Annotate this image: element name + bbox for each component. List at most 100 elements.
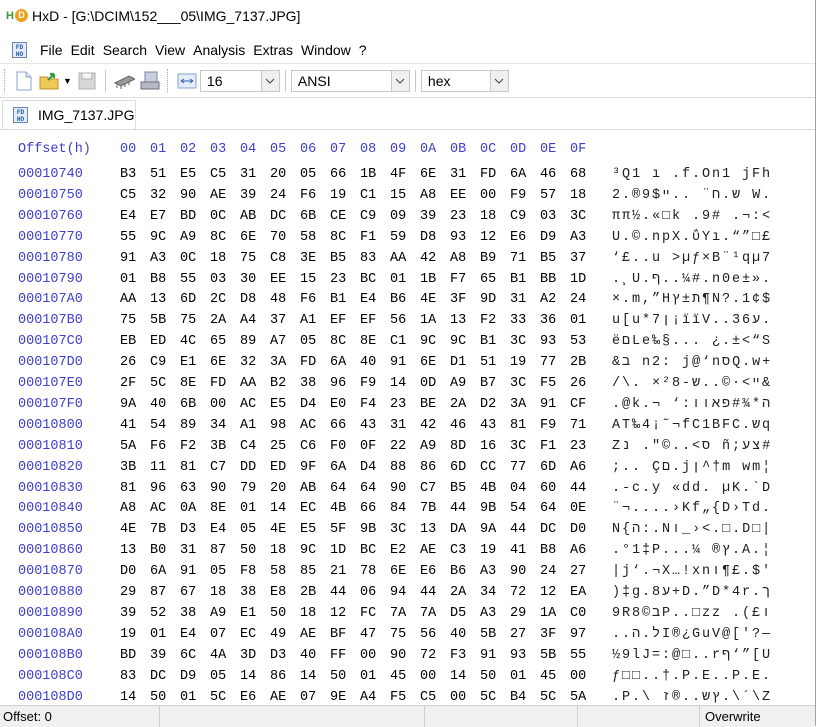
- hex-byte[interactable]: 2A: [210, 313, 236, 328]
- hex-byte[interactable]: B4: [510, 690, 536, 705]
- document-icon[interactable]: FD HO: [12, 42, 27, 58]
- decoded-text[interactable]: u[u*ן7¡ïïV..36ע.: [612, 313, 772, 328]
- hex-byte[interactable]: 6E: [390, 564, 416, 579]
- hex-byte[interactable]: A8: [450, 251, 476, 266]
- decoded-text[interactable]: ¨¬....›Kf„{D›Td.: [612, 501, 772, 516]
- hex-byte[interactable]: 8C: [330, 334, 356, 349]
- hex-byte[interactable]: 05: [210, 669, 236, 684]
- hex-byte[interactable]: 72: [420, 648, 446, 663]
- hex-byte[interactable]: A9: [420, 439, 446, 454]
- hex-byte[interactable]: 86: [420, 460, 446, 475]
- hex-byte[interactable]: D5: [450, 606, 476, 621]
- hex-byte[interactable]: C5: [210, 167, 236, 182]
- hex-byte[interactable]: F8: [240, 564, 266, 579]
- hex-byte[interactable]: 42: [420, 251, 446, 266]
- hex-byte[interactable]: 64: [540, 501, 566, 516]
- hex-byte[interactable]: 39: [240, 188, 266, 203]
- hex-byte[interactable]: D8: [420, 230, 446, 245]
- hex-byte[interactable]: C9: [360, 209, 386, 224]
- hex-byte[interactable]: F2: [480, 313, 506, 328]
- hex-byte[interactable]: 3A: [270, 355, 296, 370]
- hex-byte[interactable]: 89: [180, 418, 206, 433]
- hex-byte[interactable]: B1: [330, 292, 356, 307]
- decoded-text[interactable]: ;.. Çם.jן^†m wm¦: [612, 460, 772, 475]
- menu-extras[interactable]: Extras: [249, 42, 297, 58]
- hex-byte[interactable]: C9: [150, 355, 176, 370]
- hex-byte[interactable]: 43: [480, 418, 506, 433]
- hex-byte[interactable]: 44: [420, 585, 446, 600]
- hex-byte[interactable]: 23: [570, 439, 596, 454]
- hex-byte[interactable]: 87: [150, 585, 176, 600]
- hex-byte[interactable]: 38: [300, 376, 326, 391]
- hex-byte[interactable]: F6: [300, 188, 326, 203]
- open-disk-button[interactable]: [139, 70, 161, 92]
- hex-byte[interactable]: 05: [300, 334, 326, 349]
- hex-byte[interactable]: A1: [300, 313, 326, 328]
- hex-byte[interactable]: 97: [570, 627, 596, 642]
- hex-byte[interactable]: 3B: [210, 439, 236, 454]
- hex-byte[interactable]: 31: [240, 167, 266, 182]
- hex-byte[interactable]: BC: [360, 272, 386, 287]
- hex-byte[interactable]: 1B: [420, 272, 446, 287]
- decoded-text[interactable]: U.©.npX.ΰYı.“”□£: [612, 230, 772, 245]
- hex-byte[interactable]: 37: [270, 313, 296, 328]
- hex-byte[interactable]: ED: [270, 460, 296, 475]
- hex-byte[interactable]: B6: [390, 292, 416, 307]
- hex-byte[interactable]: 01: [120, 272, 146, 287]
- decoded-text[interactable]: .P.\ ץש..®ז.\´\Z: [612, 690, 772, 705]
- hex-byte[interactable]: AA: [120, 292, 146, 307]
- hex-byte[interactable]: D9: [180, 669, 206, 684]
- hex-byte[interactable]: 39: [150, 648, 176, 663]
- hex-byte[interactable]: DC: [150, 669, 176, 684]
- hex-byte[interactable]: 59: [390, 230, 416, 245]
- hex-byte[interactable]: 20: [270, 481, 296, 496]
- hex-byte[interactable]: F5: [390, 690, 416, 705]
- hex-byte[interactable]: 44: [450, 501, 476, 516]
- chevron-down-icon[interactable]: [260, 71, 279, 91]
- hex-byte[interactable]: C1: [390, 334, 416, 349]
- hex-byte[interactable]: 40: [300, 648, 326, 663]
- chevron-down-icon[interactable]: [489, 71, 508, 91]
- hex-byte[interactable]: 81: [180, 460, 206, 475]
- hex-byte[interactable]: 24: [570, 292, 596, 307]
- hex-byte[interactable]: 36: [540, 313, 566, 328]
- hex-byte[interactable]: 3D: [240, 648, 266, 663]
- hex-byte[interactable]: A9: [210, 606, 236, 621]
- bytes-per-row-select[interactable]: 16: [199, 70, 280, 92]
- hex-byte[interactable]: 38: [180, 606, 206, 621]
- hex-byte[interactable]: BF: [330, 627, 356, 642]
- hex-byte[interactable]: AA: [240, 376, 266, 391]
- hex-byte[interactable]: 98: [270, 418, 296, 433]
- hex-byte[interactable]: 2B: [300, 585, 326, 600]
- status-mode[interactable]: Overwrite: [700, 706, 815, 727]
- hex-byte[interactable]: E6: [510, 230, 536, 245]
- decoded-text[interactable]: 9R8©בP..□zz .(£ו: [612, 606, 772, 621]
- hex-byte[interactable]: F6: [150, 439, 176, 454]
- hex-byte[interactable]: 1A: [420, 313, 446, 328]
- hex-byte[interactable]: B3: [120, 167, 146, 182]
- hex-byte[interactable]: 75: [120, 313, 146, 328]
- hex-byte[interactable]: F0: [330, 439, 356, 454]
- hex-byte[interactable]: 09: [390, 209, 416, 224]
- hex-byte[interactable]: 49: [270, 627, 296, 642]
- hex-byte[interactable]: 00: [420, 669, 446, 684]
- hex-byte[interactable]: EB: [120, 334, 146, 349]
- hex-byte[interactable]: A9: [450, 376, 476, 391]
- hex-byte[interactable]: EC: [300, 501, 326, 516]
- hex-byte[interactable]: 41: [120, 418, 146, 433]
- hex-byte[interactable]: 55: [180, 272, 206, 287]
- hex-byte[interactable]: AE: [420, 543, 446, 558]
- decoded-text[interactable]: ππ½.«□k .9# .¬:<: [612, 209, 772, 224]
- hex-byte[interactable]: 15: [300, 272, 326, 287]
- hex-byte[interactable]: F4: [360, 397, 386, 412]
- hex-byte[interactable]: AC: [150, 501, 176, 516]
- toolbar-grip[interactable]: [4, 69, 8, 93]
- hex-byte[interactable]: 1D: [570, 272, 596, 287]
- hex-byte[interactable]: 7A: [420, 606, 446, 621]
- hex-byte[interactable]: 00: [450, 690, 476, 705]
- hex-byte[interactable]: 44: [570, 481, 596, 496]
- hex-byte[interactable]: 89: [240, 334, 266, 349]
- decoded-text[interactable]: )‡g.ע8+D.”D*4r.ך: [612, 585, 772, 600]
- decoded-text[interactable]: ½9lJ=:@□..rף‘”[U: [612, 648, 772, 663]
- hex-byte[interactable]: 57: [540, 188, 566, 203]
